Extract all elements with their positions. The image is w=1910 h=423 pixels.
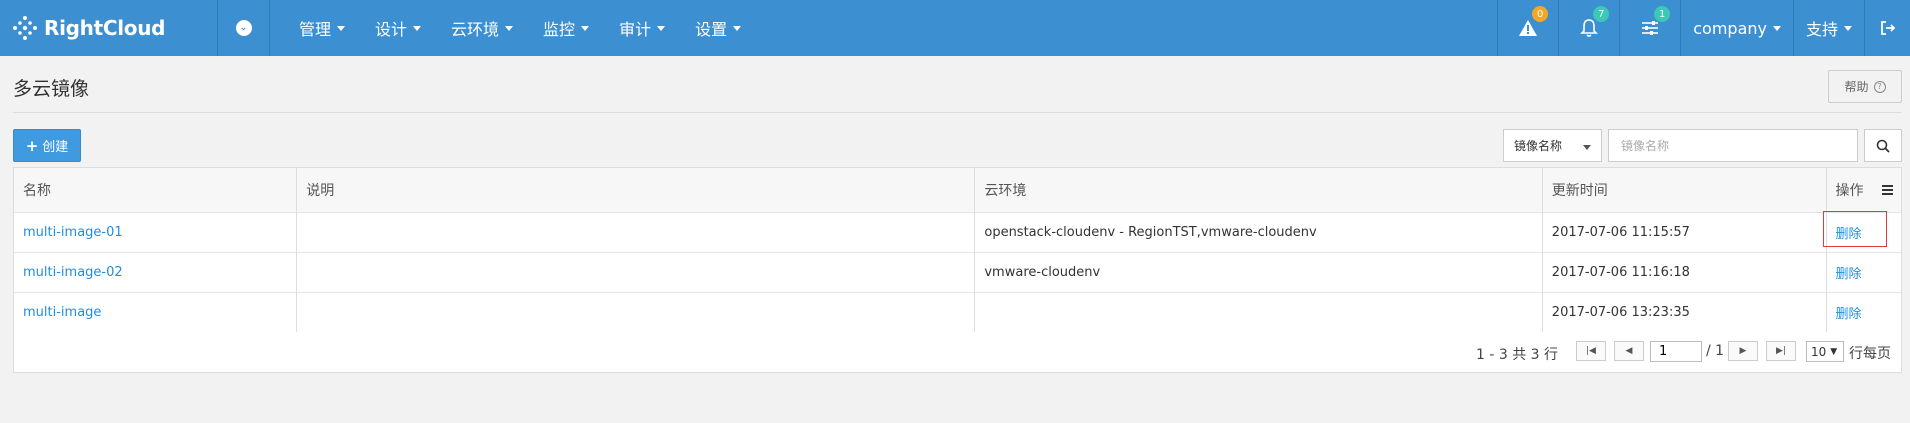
logo-text: RightCloud — [44, 16, 166, 40]
table-header-row: 名称 说明 云环境 更新时间 操作 — [14, 168, 1901, 212]
company-menu[interactable]: company — [1680, 0, 1793, 56]
caret-down-icon — [1583, 145, 1591, 150]
nav-collapse-toggle[interactable]: ⌄ — [218, 0, 270, 56]
menu-item-cloud-env[interactable]: 云环境 — [436, 0, 528, 56]
next-page-icon: ▶ — [1739, 346, 1747, 356]
menu-item-label: 管理 — [299, 20, 332, 39]
menu-item-label: 监控 — [543, 20, 576, 39]
image-updated: 2017-07-06 11:16:18 — [1542, 252, 1827, 292]
support-label: 支持 — [1805, 20, 1838, 39]
caret-down-icon — [657, 25, 666, 31]
alerts-button[interactable]: 0 — [1497, 0, 1558, 56]
image-description — [296, 292, 976, 332]
logo-icon — [13, 16, 37, 40]
question-icon: ? — [1873, 80, 1886, 93]
caret-down-icon: ▼ — [1830, 346, 1838, 357]
prev-page-icon: ◀ — [1625, 346, 1633, 356]
menu-item-settings[interactable]: 设置 — [680, 0, 756, 56]
warning-icon — [1519, 20, 1538, 36]
menu-item-label: 设计 — [375, 20, 408, 39]
caret-down-icon — [413, 25, 422, 31]
total-pages: / 1 — [1706, 343, 1725, 359]
menu-item-label: 云环境 — [451, 20, 500, 39]
image-cloud-env — [974, 292, 1543, 332]
caret-down-icon — [337, 25, 346, 31]
column-header-name[interactable]: 名称 — [14, 168, 298, 212]
column-header-actions: 操作 — [1826, 168, 1901, 212]
search-field-selected: 镜像名称 — [1514, 139, 1563, 153]
nav-tools: 0 7 1 company 支持 — [1497, 0, 1910, 56]
chevron-down-icon: ⌄ — [235, 20, 252, 36]
image-name-link[interactable]: multi-image — [23, 305, 101, 320]
menu-item-manage[interactable]: 管理 — [284, 0, 360, 56]
tasks-button[interactable]: 1 — [1619, 0, 1680, 56]
plus-icon: + — [25, 136, 39, 155]
column-menu-icon[interactable] — [1882, 185, 1893, 197]
pagination-summary: 1 - 3 共 3 行 — [1476, 347, 1559, 363]
table-row: multi-image 2017-07-06 13:23:35 删除 — [14, 292, 1901, 332]
caret-down-icon — [1772, 25, 1781, 31]
page-number-input[interactable] — [1650, 341, 1702, 362]
help-label: 帮助 — [1844, 80, 1869, 94]
page-size-value: 10 — [1811, 344, 1827, 359]
search-icon — [1876, 139, 1890, 153]
company-label: company — [1693, 18, 1767, 38]
search-button[interactable] — [1864, 129, 1902, 162]
first-page-icon: |◀ — [1586, 346, 1596, 356]
column-header-updated[interactable]: 更新时间 — [1542, 168, 1827, 212]
image-cloud-env: vmware-cloudenv — [974, 252, 1543, 292]
bell-icon — [1580, 19, 1599, 37]
menu-item-monitor[interactable]: 监控 — [528, 0, 604, 56]
create-button[interactable]: + 创建 — [13, 129, 81, 162]
last-page-icon: ▶| — [1776, 346, 1786, 356]
menu-item-label: 审计 — [619, 20, 652, 39]
menu-item-design[interactable]: 设计 — [360, 0, 436, 56]
notifications-button[interactable]: 7 — [1558, 0, 1619, 56]
column-header-cloud-env[interactable]: 云环境 — [974, 168, 1543, 212]
last-page-button[interactable]: ▶| — [1766, 341, 1796, 361]
first-page-button[interactable]: |◀ — [1576, 341, 1606, 361]
image-description — [296, 212, 976, 252]
table-row: multi-image-02 vmware-cloudenv 2017-07-0… — [14, 252, 1901, 292]
tasks-badge: 1 — [1654, 6, 1671, 22]
column-header-actions-label: 操作 — [1835, 182, 1864, 199]
image-updated: 2017-07-06 13:23:35 — [1542, 292, 1827, 332]
create-label: 创建 — [42, 140, 69, 155]
pagination: 1 - 3 共 3 行 |◀ ◀ / 1 ▶ ▶| 10 ▼ 行每页 — [0, 338, 1910, 366]
image-updated: 2017-07-06 11:15:57 — [1542, 212, 1827, 252]
delete-link[interactable]: 删除 — [1836, 267, 1862, 282]
caret-down-icon — [581, 25, 590, 31]
table-row: multi-image-01 openstack-cloudenv - Regi… — [14, 212, 1901, 252]
caret-down-icon — [733, 25, 742, 31]
image-name-link[interactable]: multi-image-01 — [23, 225, 123, 240]
alerts-badge: 0 — [1532, 6, 1549, 22]
notifications-badge: 7 — [1593, 6, 1610, 22]
sliders-icon — [1642, 21, 1659, 35]
logout-button[interactable] — [1864, 0, 1910, 56]
page-size-label: 行每页 — [1849, 346, 1891, 362]
menu-item-label: 设置 — [695, 20, 728, 39]
top-nav: RightCloud ⌄ 管理 设计 云环境 监控 审计 设置 0 7 1 co… — [0, 0, 1910, 56]
logo[interactable]: RightCloud — [0, 0, 218, 56]
search-input[interactable] — [1608, 129, 1858, 162]
menu-item-audit[interactable]: 审计 — [604, 0, 680, 56]
image-cloud-env: openstack-cloudenv - RegionTST,vmware-cl… — [974, 212, 1543, 252]
image-description — [296, 252, 976, 292]
prev-page-button[interactable]: ◀ — [1614, 341, 1644, 361]
caret-down-icon — [1844, 25, 1852, 31]
main-menu: 管理 设计 云环境 监控 审计 设置 — [270, 0, 756, 56]
page-title: 多云镜像 — [13, 78, 90, 100]
logout-icon — [1880, 21, 1895, 35]
header-divider — [13, 112, 1902, 113]
support-menu[interactable]: 支持 — [1792, 0, 1864, 56]
help-button[interactable]: 帮助 ? — [1828, 70, 1902, 103]
search-field-select[interactable]: 镜像名称 — [1503, 129, 1602, 162]
next-page-button[interactable]: ▶ — [1728, 341, 1758, 361]
delete-link[interactable]: 删除 — [1836, 227, 1862, 242]
column-header-description[interactable]: 说明 — [296, 168, 976, 212]
delete-link[interactable]: 删除 — [1836, 307, 1862, 322]
page-size-select[interactable]: 10 ▼ — [1806, 341, 1844, 362]
caret-down-icon — [505, 25, 514, 31]
image-name-link[interactable]: multi-image-02 — [23, 265, 123, 280]
